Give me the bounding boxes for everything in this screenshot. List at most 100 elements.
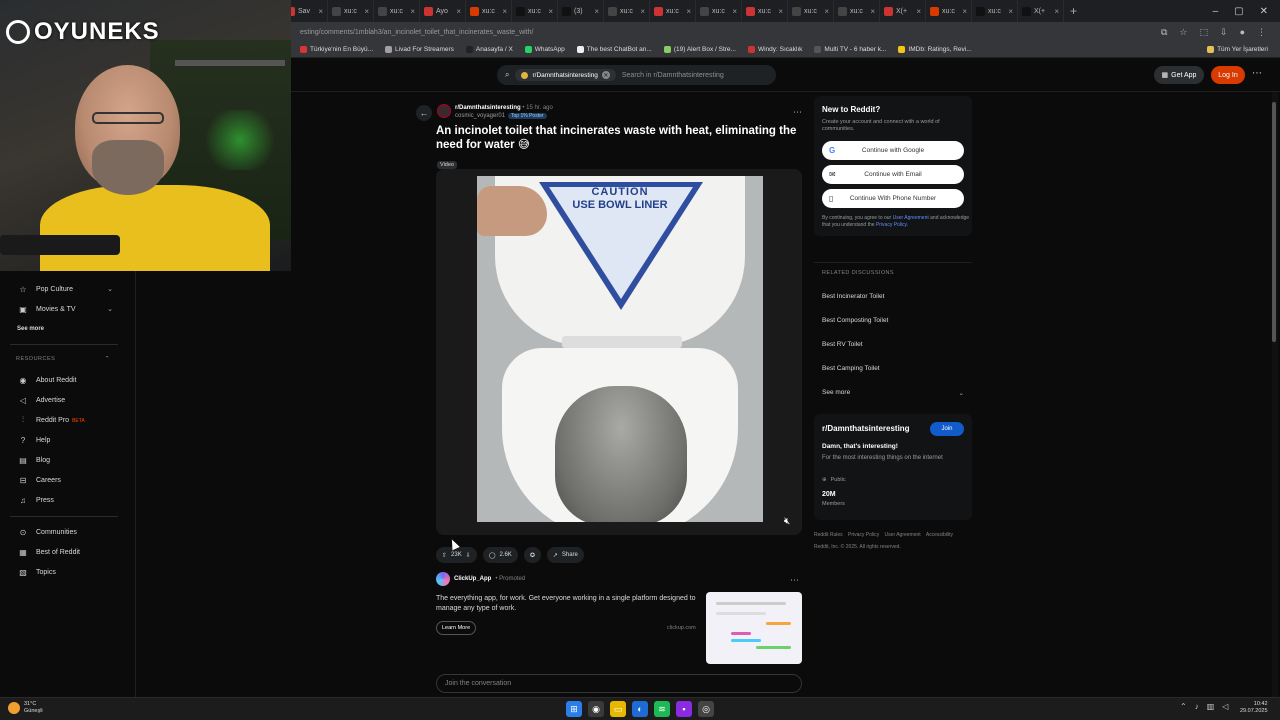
downvote-icon[interactable]: ⇩	[466, 552, 471, 559]
clickup-avatar[interactable]	[436, 572, 450, 586]
sidebar-item-blog[interactable]: ▤ Blog	[18, 455, 113, 465]
promo-author[interactable]: ClickUp_App	[454, 576, 491, 582]
spotify-icon[interactable]: ≋	[654, 701, 670, 717]
bookmark-item[interactable]: Multi TV - 6 haber k...	[814, 46, 886, 53]
bookmark-item[interactable]: Livad For Streamers	[385, 46, 454, 53]
tray-chevron-icon[interactable]: ⌃	[1180, 702, 1187, 711]
obs-icon[interactable]: ◎	[698, 701, 714, 717]
edge-icon[interactable]: ◐	[632, 701, 648, 717]
tab-close-icon[interactable]: ×	[548, 7, 553, 16]
browser-tab[interactable]: xu:c ×	[788, 0, 834, 22]
sidebar-item-help[interactable]: ? Help	[18, 435, 113, 445]
privacy-policy-link[interactable]: Privacy Policy	[876, 222, 907, 228]
bookmark-item[interactable]: The best ChatBot an...	[576, 46, 652, 53]
network-icon[interactable]: ▥	[1207, 702, 1215, 711]
sidebar-item-topics[interactable]: ▧ Topics	[18, 567, 113, 577]
bookmark-item[interactable]: (19) Alert Box / Stre...	[663, 46, 736, 53]
footer-link[interactable]: Privacy Policy	[848, 532, 879, 538]
install-icon[interactable]: ⧉	[1161, 27, 1167, 38]
search-input[interactable]: ⌕ r/Damnthatsinteresting ✕ Search in r/D…	[497, 65, 776, 85]
close-window-icon[interactable]: ✕	[1260, 6, 1268, 17]
browser-tab[interactable]: xu:c ×	[972, 0, 1018, 22]
user-agreement-link[interactable]: User Agreement	[893, 215, 929, 221]
file-explorer-icon[interactable]: ▭	[610, 701, 626, 717]
downloads-icon[interactable]: ⇩	[1220, 27, 1228, 38]
sidebar-item-pop-culture[interactable]: ☆ Pop Culture ⌄	[18, 284, 113, 294]
post-subreddit-link[interactable]: r/Damnthatsinteresting	[455, 105, 521, 111]
related-item[interactable]: Best RV Toilet	[822, 341, 863, 348]
promo-options-icon[interactable]: ⋯	[790, 575, 799, 586]
bookmark-item[interactable]: Windy: Sıcaklık	[747, 46, 802, 53]
comments-button[interactable]: ◯ 2.6K	[482, 547, 518, 563]
bookmark-item[interactable]: Anasayfa / X	[465, 46, 513, 53]
comment-input[interactable]: Join the conversation	[436, 674, 802, 693]
browser-tab[interactable]: xu:c ×	[834, 0, 880, 22]
start-icon[interactable]: ⊞	[566, 701, 582, 717]
tab-close-icon[interactable]: ×	[1054, 7, 1059, 16]
related-item[interactable]: Best Incinerator Toilet	[822, 293, 884, 300]
new-tab-button[interactable]: +	[1064, 4, 1083, 18]
tab-close-icon[interactable]: ×	[318, 7, 323, 16]
subreddit-avatar[interactable]	[437, 104, 451, 118]
bookmark-item[interactable]: IMDb: Ratings, Revi...	[898, 46, 972, 53]
chrome-icon[interactable]: ◉	[588, 701, 604, 717]
tab-close-icon[interactable]: ×	[870, 7, 875, 16]
page-scrollbar[interactable]	[1272, 92, 1278, 697]
footer-link[interactable]: User Agreement	[885, 532, 921, 538]
continue-google-button[interactable]: G Continue with Google	[822, 141, 964, 160]
url-text[interactable]: esting/comments/1mblah3/an_incinolet_toi…	[300, 29, 533, 36]
continue-phone-button[interactable]: ▯ Continue With Phone Number	[822, 189, 964, 208]
tab-close-icon[interactable]: ×	[686, 7, 691, 16]
all-bookmarks[interactable]: Tüm Yer İşaretleri	[1207, 46, 1280, 53]
extensions-icon[interactable]: ⬚	[1200, 27, 1209, 38]
sidebar-item-about-reddit[interactable]: ◉ About Reddit	[18, 375, 113, 385]
post-author-link[interactable]: cosmic_voyager01	[455, 113, 505, 119]
tab-close-icon[interactable]: ×	[456, 7, 461, 16]
footer-link[interactable]: Reddit Rules	[814, 532, 843, 538]
tab-close-icon[interactable]: ×	[502, 7, 507, 16]
tab-close-icon[interactable]: ×	[594, 7, 599, 16]
volume-icon[interactable]: ◁	[1222, 702, 1228, 711]
browser-tab[interactable]: X(+ ×	[1018, 0, 1064, 22]
browser-tab[interactable]: xu:c ×	[604, 0, 650, 22]
video-player[interactable]: CAUTION USE BOWL LINER 🔇︎	[436, 169, 802, 535]
sidebar-item-reddit-pro[interactable]: ⫶ Reddit Pro BETA	[18, 415, 113, 425]
subreddit-name[interactable]: r/Damnthatsinteresting	[822, 424, 910, 433]
back-button[interactable]: ←	[416, 105, 432, 121]
share-button[interactable]: ↗ Share	[546, 547, 584, 563]
tab-close-icon[interactable]: ×	[916, 7, 921, 16]
post-flair[interactable]: Video	[437, 161, 457, 169]
tab-close-icon[interactable]: ×	[364, 7, 369, 16]
mic-tray-icon[interactable]: ♪	[1195, 702, 1199, 711]
join-button[interactable]: Join	[930, 422, 964, 436]
award-button[interactable]: ✪	[523, 547, 541, 563]
browser-tab[interactable]: xu:c ×	[328, 0, 374, 22]
browser-tab[interactable]: Ayo ×	[420, 0, 466, 22]
browser-tab[interactable]: X(+ ×	[880, 0, 926, 22]
tab-close-icon[interactable]: ×	[962, 7, 967, 16]
browser-tab[interactable]: (3) ×	[558, 0, 604, 22]
more-options-icon[interactable]: ⋯	[1252, 68, 1262, 79]
learn-more-button[interactable]: Learn More	[436, 621, 477, 635]
clear-chip-icon[interactable]: ✕	[601, 71, 610, 79]
sidebar-item-advertise[interactable]: ◁ Advertise	[18, 395, 113, 405]
upvote-icon[interactable]: ⇧	[442, 552, 447, 559]
bookmark-item[interactable]: Türkiye'nin En Büyü...	[300, 46, 373, 53]
maximize-icon[interactable]: ▢	[1234, 6, 1243, 17]
promo-image[interactable]	[706, 592, 802, 664]
browser-tab[interactable]: xu:c ×	[742, 0, 788, 22]
mute-icon[interactable]: 🔇︎	[784, 516, 790, 527]
video-frame[interactable]: CAUTION USE BOWL LINER	[477, 176, 763, 522]
post-options-icon[interactable]: ⋯	[793, 107, 802, 118]
continue-email-button[interactable]: ✉ Continue with Email	[822, 165, 964, 184]
sidebar-item-press[interactable]: ♫ Press	[18, 495, 113, 505]
bookmark-item[interactable]: WhatsApp	[524, 46, 565, 53]
related-item[interactable]: Best Camping Toilet	[822, 365, 880, 372]
sidebar-item-communities[interactable]: ⊙ Communities	[18, 527, 113, 537]
tab-close-icon[interactable]: ×	[640, 7, 645, 16]
footer-link[interactable]: Accessibility	[926, 532, 953, 538]
promo-domain[interactable]: clickup.com	[667, 625, 696, 631]
browser-tab[interactable]: xu:c ×	[512, 0, 558, 22]
scroll-thumb[interactable]	[1272, 102, 1276, 342]
browser-tab[interactable]: xu:c ×	[926, 0, 972, 22]
